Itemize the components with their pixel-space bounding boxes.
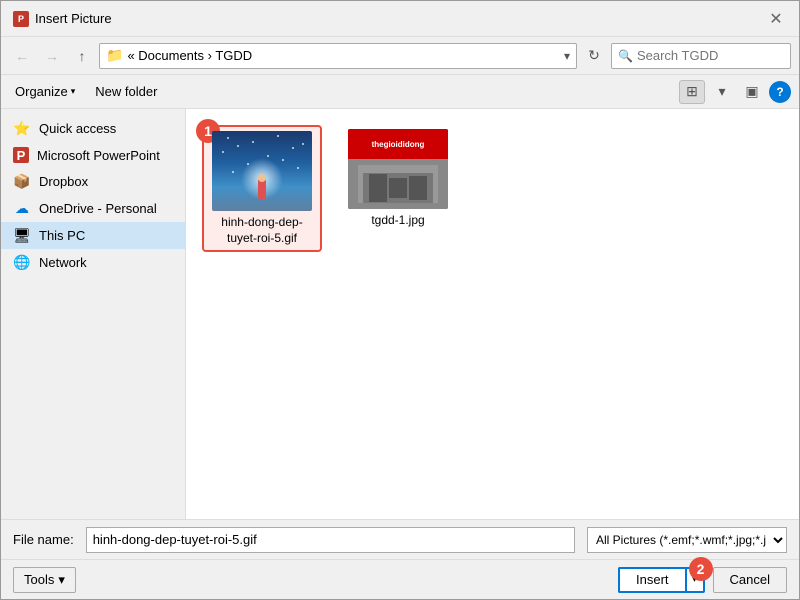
filetype-select[interactable]: All Pictures (*.emf;*.wmf;*.jpg;*.j	[587, 527, 787, 553]
nav-bar: ← → ↑ 📁 « Documents › TGDD ▾ ↻ 🔍	[1, 37, 799, 75]
sidebar-item-network[interactable]: 🌐 Network	[1, 249, 185, 276]
tgdd-logo: thegioididong	[372, 140, 425, 149]
insert-picture-dialog: P Insert Picture ✕ ← → ↑ 📁 « Documents ›…	[0, 0, 800, 600]
action-bar: Tools ▾ 2 Insert ▾ Cancel	[1, 559, 799, 599]
bottom-bar: File name: All Pictures (*.emf;*.wmf;*.j…	[1, 519, 799, 559]
file-item-jpg[interactable]: thegioididong tgdd-	[338, 125, 458, 233]
this-pc-icon: 🖥	[13, 227, 31, 244]
close-button[interactable]: ✕	[765, 8, 787, 30]
tools-button[interactable]: Tools ▾	[13, 567, 76, 593]
sidebar-item-onedrive[interactable]: ☁ OneDrive - Personal	[1, 195, 185, 222]
person-figure	[258, 179, 266, 199]
badge-2: 2	[689, 557, 713, 581]
sidebar-item-label: This PC	[39, 228, 85, 243]
search-input[interactable]	[637, 48, 784, 63]
onedrive-icon: ☁	[13, 200, 31, 217]
insert-button[interactable]: Insert	[618, 567, 685, 593]
jpg-thumbnail: thegioididong	[348, 129, 448, 209]
sidebar-item-label: Microsoft PowerPoint	[37, 148, 160, 163]
dropbox-icon: 📦	[13, 173, 31, 190]
network-icon: 🌐	[13, 254, 31, 271]
sidebar: ⭐ Quick access P Microsoft PowerPoint 📦 …	[1, 109, 186, 519]
forward-button[interactable]: →	[39, 43, 65, 69]
sidebar-item-label: Quick access	[39, 121, 116, 136]
sidebar-item-this-pc[interactable]: 🖥 This PC	[1, 222, 185, 249]
main-content: ⭐ Quick access P Microsoft PowerPoint 📦 …	[1, 109, 799, 519]
search-icon: 🔍	[618, 49, 633, 63]
up-button[interactable]: ↑	[69, 43, 95, 69]
search-bar: 🔍	[611, 43, 791, 69]
insert-group: 2 Insert ▾	[618, 567, 705, 593]
sidebar-item-label: Dropbox	[39, 174, 88, 189]
quick-access-icon: ⭐	[13, 120, 31, 137]
gif-filename: hinh-dong-dep-tuyet-roi-5.gif	[208, 215, 316, 246]
file-grid: 1	[202, 125, 783, 252]
address-bar[interactable]: 📁 « Documents › TGDD ▾	[99, 43, 577, 69]
gif-thumbnail	[212, 131, 312, 211]
title-bar: P Insert Picture ✕	[1, 1, 799, 37]
sidebar-item-dropbox[interactable]: 📦 Dropbox	[1, 168, 185, 195]
folder-icon: 📁	[106, 47, 123, 64]
address-chevron-icon: ▾	[564, 49, 570, 63]
view-chevron-button[interactable]: ▾	[709, 80, 735, 104]
new-folder-button[interactable]: New folder	[89, 80, 163, 104]
title-bar-left: P Insert Picture	[13, 11, 112, 27]
address-path: « Documents › TGDD	[127, 48, 560, 63]
sidebar-item-label: OneDrive - Personal	[39, 201, 157, 216]
app-icon: P	[13, 11, 29, 27]
tools-chevron-icon: ▾	[58, 572, 65, 588]
cancel-button[interactable]: Cancel	[713, 567, 787, 593]
organize-button[interactable]: Organize ▾	[9, 80, 81, 104]
toolbar-right: ⊞ ▾ ▣ ?	[679, 80, 791, 104]
filename-label: File name:	[13, 532, 74, 547]
dialog-title: Insert Picture	[35, 11, 112, 26]
sidebar-item-quick-access[interactable]: ⭐ Quick access	[1, 115, 185, 142]
back-button[interactable]: ←	[9, 43, 35, 69]
filename-input[interactable]	[86, 527, 575, 553]
jpg-filename: tgdd-1.jpg	[371, 213, 424, 229]
layout-button[interactable]: ▣	[739, 80, 765, 104]
toolbar: Organize ▾ New folder ⊞ ▾ ▣ ?	[1, 75, 799, 109]
sidebar-item-powerpoint[interactable]: P Microsoft PowerPoint	[1, 142, 185, 168]
file-area[interactable]: 1	[186, 109, 799, 519]
sidebar-item-label: Network	[39, 255, 87, 270]
view-icon-button[interactable]: ⊞	[679, 80, 705, 104]
help-button[interactable]: ?	[769, 81, 791, 103]
refresh-button[interactable]: ↻	[581, 43, 607, 69]
file-item-gif[interactable]: 1	[202, 125, 322, 252]
powerpoint-icon: P	[13, 147, 29, 163]
organize-chevron-icon: ▾	[71, 86, 76, 97]
